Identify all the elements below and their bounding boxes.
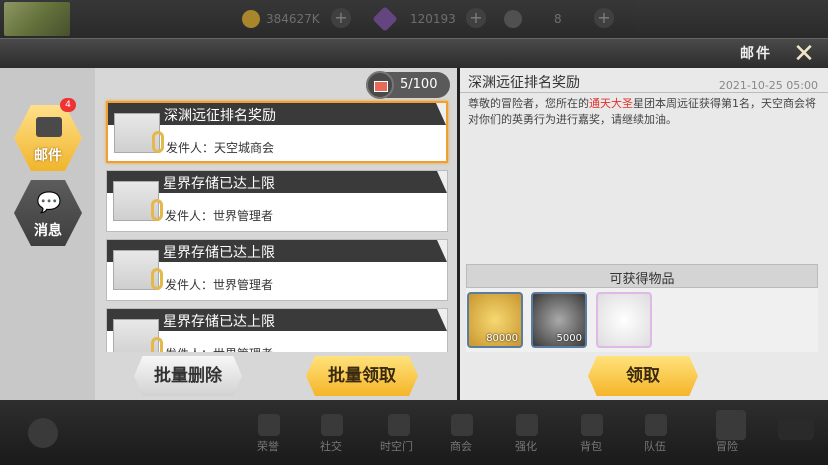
mail-subject: 星界存储已达上限 (163, 314, 275, 330)
rewards-title: 可获得物品 (609, 272, 675, 287)
guild-icon (451, 414, 473, 436)
highlighted-group-name: 通天大圣 (589, 97, 633, 110)
add-energy-button[interactable]: + (594, 8, 614, 28)
nav-backpack[interactable]: 背包 (580, 438, 602, 454)
mail-icon (36, 117, 62, 137)
paperclip-icon (151, 199, 163, 221)
claim-all-button[interactable]: 批量领取 (306, 356, 418, 396)
nav-adventure[interactable]: 冒险 (716, 438, 738, 454)
crystal-resource: 120193 (372, 6, 456, 32)
window-header: 邮件 ✕ (0, 38, 828, 68)
mail-sender: 发件人：世界管理者 (165, 278, 274, 292)
team-icon (645, 414, 667, 436)
reward-count: 5000 (556, 333, 582, 344)
delete-all-button[interactable]: 批量删除 (134, 356, 242, 396)
gold-coin-icon[interactable]: 80000 (467, 292, 523, 348)
claim-button[interactable]: 领取 (588, 356, 698, 396)
mail-sender: 发件人：世界管理者 (165, 209, 274, 223)
crystal-amount: 120193 (410, 12, 456, 26)
mail-date: 2021-10-25 05:00 (718, 79, 818, 92)
reward-count: 80000 (486, 333, 518, 344)
mail-subject: 星界存储已达上限 (163, 176, 275, 192)
paperclip-icon (151, 268, 163, 290)
window-title: 邮件 (740, 46, 772, 62)
honor-icon (258, 414, 280, 436)
gold-amount: 384627K (266, 12, 320, 26)
portal-icon (388, 414, 410, 436)
energy-icon (504, 10, 522, 28)
add-gold-button[interactable]: + (331, 8, 351, 28)
nav-social[interactable]: 社交 (320, 438, 342, 454)
mail-counter: 5/100 (366, 71, 450, 99)
nav-enhance[interactable]: 强化 (515, 438, 537, 454)
mail-detail-title: 深渊远征排名奖励 (468, 75, 580, 91)
mail-item[interactable]: 星界存储已达上限 发件人：世界管理者 (106, 239, 448, 301)
mail-count-badge: 4 (60, 98, 76, 112)
mail-item[interactable]: 星界存储已达上限 发件人：世界管理者 (106, 170, 448, 232)
nav-portal[interactable]: 时空门 (380, 438, 413, 454)
nav-guild[interactable]: 商会 (450, 438, 472, 454)
mail-subject: 深渊远征排名奖励 (164, 108, 276, 124)
nav-team[interactable]: 队伍 (644, 438, 666, 454)
backpack-icon (581, 414, 603, 436)
adventure-icon (716, 410, 746, 440)
energy-amount: 8 (554, 12, 562, 26)
silver-medal-icon[interactable]: 5000 (531, 292, 587, 348)
rewards-header: 可获得物品 (466, 264, 818, 288)
mail-sender: 发件人：天空城商会 (166, 141, 275, 155)
crystal-icon (372, 6, 398, 32)
gold-coin-icon (242, 10, 260, 28)
energy-resource: 8 (504, 8, 562, 30)
player-avatar[interactable] (4, 2, 70, 36)
gold-resource: 384627K (242, 8, 320, 30)
winged-frame-icon[interactable] (596, 292, 652, 348)
mail-body: 尊敬的冒险者，您所在的通天大圣星团本周远征获得第1名，天空商会将对你们的英勇行为… (468, 97, 816, 126)
add-crystal-button[interactable]: + (466, 8, 486, 28)
resource-bar: 384627K + 120193 + 8 + (0, 0, 828, 38)
chat-bubble-icon: 💬 (36, 190, 62, 214)
envelope-icon (366, 71, 394, 99)
menu-icon[interactable] (778, 418, 814, 440)
mail-count: 5/100 (400, 77, 438, 92)
bottom-nav: 荣誉 社交 时空门 商会 强化 背包 队伍 冒险 (0, 400, 828, 465)
paperclip-icon (152, 131, 164, 153)
mail-item[interactable]: 深渊远征排名奖励 发件人：天空城商会 (106, 101, 448, 163)
chat-icon[interactable] (28, 418, 58, 448)
nav-honor[interactable]: 荣誉 (257, 438, 279, 454)
close-button[interactable]: ✕ (790, 40, 818, 68)
social-icon (321, 414, 343, 436)
enhance-icon (516, 414, 538, 436)
mail-subject: 星界存储已达上限 (163, 245, 275, 261)
